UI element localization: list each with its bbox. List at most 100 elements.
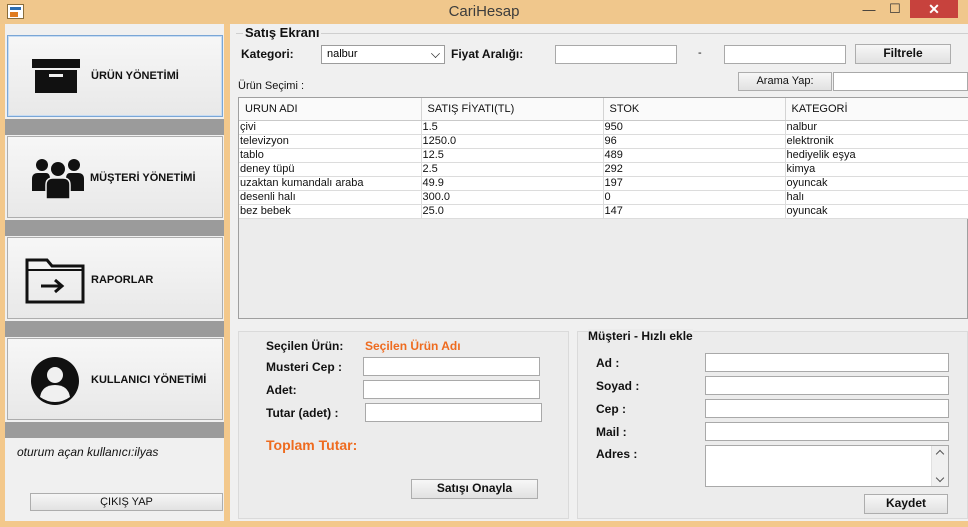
- table-header: URUN ADI SATIŞ FİYATI(TL) STOK KATEGORİ: [239, 98, 968, 121]
- cell-stock: 489: [603, 148, 786, 163]
- table-row[interactable]: tablo 12.5 489 hediyelik eşya: [239, 148, 968, 163]
- category-label: Kategori:: [241, 47, 294, 61]
- address-textarea[interactable]: [705, 445, 949, 487]
- table-row[interactable]: desenli halı 300.0 0 halı: [239, 190, 968, 205]
- column-header[interactable]: URUN ADI: [239, 98, 422, 121]
- cell-stock: 197: [603, 176, 786, 191]
- product-table: URUN ADI SATIŞ FİYATI(TL) STOK KATEGORİ …: [238, 97, 968, 319]
- folder-export-icon: [25, 258, 85, 304]
- column-header[interactable]: STOK: [603, 98, 786, 121]
- cell-category: nalbur: [785, 120, 968, 135]
- box-icon: [32, 59, 80, 93]
- customer-phone-input[interactable]: [363, 357, 540, 376]
- table-row[interactable]: deney tüpü 2.5 292 kimya: [239, 162, 968, 177]
- logout-button[interactable]: ÇIKIŞ YAP: [30, 493, 223, 511]
- confirm-sale-button[interactable]: Satışı Onayla: [411, 479, 538, 499]
- selected-product-value: Seçilen Ürün Adı: [365, 339, 461, 353]
- filter-button[interactable]: Filtrele: [855, 44, 951, 64]
- cell-stock: 147: [603, 204, 786, 219]
- separator: [5, 220, 224, 236]
- table-row[interactable]: uzaktan kumandalı araba 49.9 197 oyuncak: [239, 176, 968, 191]
- mail-input[interactable]: [705, 422, 949, 441]
- search-input[interactable]: [833, 72, 968, 91]
- address-scrollbar[interactable]: [931, 446, 948, 486]
- minimize-button[interactable]: —: [856, 0, 882, 18]
- cell-stock: 292: [603, 162, 786, 177]
- cell-price: 25.0: [421, 204, 604, 219]
- customer-panel-title: Müşteri - Hızlı ekle: [588, 329, 693, 343]
- sidebar: ÜRÜN YÖNETİMİ MÜŞTERİ YÖNETİMİ RAPORLAR: [5, 24, 224, 521]
- chevron-up-icon[interactable]: [935, 449, 945, 459]
- amount-label: Tutar (adet) :: [266, 406, 339, 420]
- chevron-down-icon: [431, 49, 440, 58]
- column-header[interactable]: KATEGORİ: [785, 98, 968, 121]
- cell-price: 1.5: [421, 120, 604, 135]
- cell-name: deney tüpü: [239, 162, 422, 177]
- quantity-label: Adet:: [266, 383, 297, 397]
- cell-price: 300.0: [421, 190, 604, 205]
- nav-raporlar[interactable]: RAPORLAR: [7, 237, 223, 319]
- save-customer-button[interactable]: Kaydet: [864, 494, 948, 514]
- table-row[interactable]: çivi 1.5 950 nalbur: [239, 120, 968, 135]
- cell-name: uzaktan kumandalı araba: [239, 176, 422, 191]
- range-separator: -: [698, 47, 702, 59]
- cell-price: 49.9: [421, 176, 604, 191]
- separator: [5, 422, 224, 438]
- cell-category: oyuncak: [785, 176, 968, 191]
- quantity-input[interactable]: [363, 380, 540, 399]
- cell-category: kimya: [785, 162, 968, 177]
- window-title: CariHesap: [448, 3, 520, 20]
- chevron-down-icon[interactable]: [935, 473, 945, 483]
- close-button[interactable]: ✕: [910, 0, 958, 18]
- price-min-input[interactable]: [555, 45, 677, 64]
- title-bar: CariHesap — ☐ ✕: [0, 0, 968, 24]
- address-label: Adres :: [596, 447, 638, 461]
- cell-category: elektronik: [785, 134, 968, 149]
- table-row[interactable]: bez bebek 25.0 147 oyuncak: [239, 204, 968, 219]
- nav-label: KULLANICI YÖNETİMİ: [91, 374, 207, 386]
- phone-input[interactable]: [705, 399, 949, 418]
- amount-input[interactable]: [365, 403, 542, 422]
- product-selection-label: Ürün Seçimi :: [238, 80, 305, 92]
- cell-name: çivi: [239, 120, 422, 135]
- group-border: [236, 33, 968, 34]
- nav-label: ÜRÜN YÖNETİMİ: [91, 70, 179, 82]
- mail-label: Mail :: [596, 425, 627, 439]
- name-input[interactable]: [705, 353, 949, 372]
- cell-price: 2.5: [421, 162, 604, 177]
- category-select[interactable]: nalbur: [321, 45, 445, 64]
- search-button[interactable]: Arama Yap:: [738, 72, 832, 91]
- selected-product-label: Seçilen Ürün:: [266, 339, 344, 353]
- cell-price: 12.5: [421, 148, 604, 163]
- customer-phone-label: Musteri Cep :: [266, 360, 343, 374]
- cell-name: bez bebek: [239, 204, 422, 219]
- cell-category: oyuncak: [785, 204, 968, 219]
- cell-name: tablo: [239, 148, 422, 163]
- nav-kullanici-yonetimi[interactable]: KULLANICI YÖNETİMİ: [7, 338, 223, 420]
- cell-price: 1250.0: [421, 134, 604, 149]
- surname-label: Soyad :: [596, 379, 640, 393]
- user-icon: [31, 357, 79, 405]
- table-row[interactable]: televizyon 1250.0 96 elektronik: [239, 134, 968, 149]
- nav-musteri-yonetimi[interactable]: MÜŞTERİ YÖNETİMİ: [7, 136, 223, 218]
- surname-input[interactable]: [705, 376, 949, 395]
- nav-label: RAPORLAR: [91, 274, 154, 286]
- maximize-button[interactable]: ☐: [882, 0, 908, 18]
- total-amount-label: Toplam Tutar:: [266, 437, 358, 453]
- cell-category: halı: [785, 190, 968, 205]
- name-label: Ad :: [596, 356, 620, 370]
- page-title: Satış Ekranı: [243, 25, 322, 40]
- nav-urun-yonetimi[interactable]: ÜRÜN YÖNETİMİ: [7, 35, 223, 117]
- cell-stock: 0: [603, 190, 786, 205]
- column-header[interactable]: SATIŞ FİYATI(TL): [421, 98, 604, 121]
- separator: [5, 321, 224, 337]
- category-value: nalbur: [327, 48, 358, 60]
- separator: [5, 119, 224, 135]
- price-max-input[interactable]: [724, 45, 846, 64]
- users-icon: [32, 159, 84, 199]
- phone-label: Cep :: [596, 402, 626, 416]
- cell-stock: 950: [603, 120, 786, 135]
- cell-category: hediyelik eşya: [785, 148, 968, 163]
- session-user: oturum açan kullanıcı:ilyas: [17, 445, 159, 459]
- price-range-label: Fiyat Aralığı:: [451, 47, 524, 61]
